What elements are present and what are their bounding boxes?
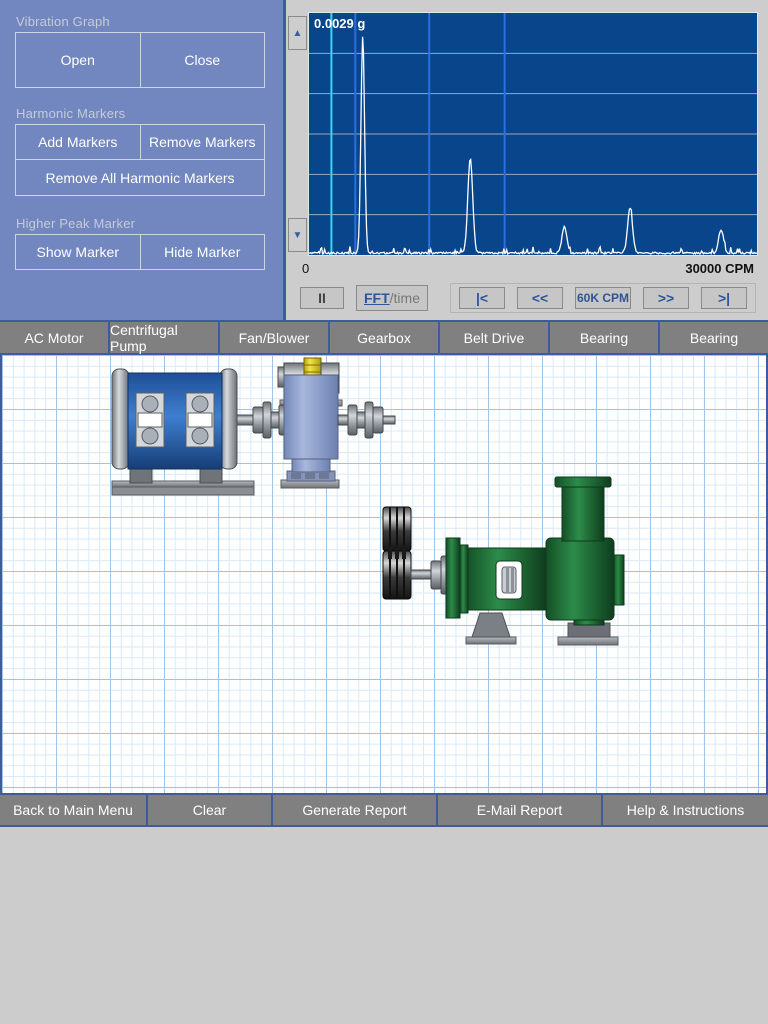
ac-motor-unit [111,368,255,496]
clear-button[interactable]: Clear [148,795,273,825]
amplitude-readout: 0.0029 g [314,16,366,31]
vibration-analysis-app: Vibration Graph Open Close Harmonic Mark… [0,0,768,1024]
belt-drive-unit [382,506,438,600]
pause-button[interactable]: II [300,287,344,309]
tab-ac-motor[interactable]: AC Motor [0,322,110,353]
scroll-down-icon[interactable]: ▼ [288,218,307,252]
tab-gearbox[interactable]: Gearbox [330,322,440,353]
motor-bearing-left [135,392,165,448]
group-label-vibration-graph: Vibration Graph [16,14,110,29]
fft-time-toggle[interactable]: FFT/time [356,285,428,311]
axis-max-label: 30000 CPM [685,261,754,276]
machine-train-diagram [111,357,625,646]
graph-inner: ▲ ▼ 0.0029 g [288,12,758,258]
fft-spectrum-plot[interactable]: 0.0029 g [308,12,758,256]
control-panel: Vibration Graph Open Close Harmonic Mark… [0,0,286,320]
show-marker-button[interactable]: Show Marker [15,234,141,270]
scroll-up-icon[interactable]: ▲ [288,16,307,50]
tab-centrifugal-pump[interactable]: Centrifugal Pump [110,322,220,354]
motor-bearing-right [185,392,215,448]
add-markers-button[interactable]: Add Markers [15,124,141,160]
machine-component-tabs: AC Motor Centrifugal Pump Fan/Blower Gea… [0,320,768,355]
top-section: Vibration Graph Open Close Harmonic Mark… [0,0,768,320]
close-button[interactable]: Close [140,32,265,88]
group-higher-peak-marker: Show Marker Hide Marker [15,234,265,270]
fft-toggle-active-label: FFT [364,290,390,306]
footer-area [0,827,768,1024]
machine-train-canvas[interactable] [0,355,768,793]
remove-markers-button[interactable]: Remove Markers [140,124,265,160]
group-label-higher-peak-marker: Higher Peak Marker [16,216,136,231]
generate-report-button[interactable]: Generate Report [273,795,438,825]
remove-all-harmonic-markers-button[interactable]: Remove All Harmonic Markers [15,160,265,196]
group-vibration-graph: Open Close [15,32,265,88]
tab-belt-drive[interactable]: Belt Drive [440,322,550,353]
hide-marker-button[interactable]: Hide Marker [140,234,265,270]
graph-vertical-scroll: ▲ ▼ [288,12,307,258]
email-report-button[interactable]: E-Mail Report [438,795,603,825]
axis-min-label: 0 [302,261,310,276]
bottom-action-bar: Back to Main Menu Clear Generate Report … [0,793,768,827]
nav-first-button[interactable]: |< [459,287,505,309]
navigation-group: |< << 60K CPM >> >| [450,283,756,313]
tab-bearing-1[interactable]: Bearing [550,322,660,353]
back-to-main-menu-button[interactable]: Back to Main Menu [0,795,148,825]
nav-next-button[interactable]: >> [643,287,689,309]
gearbox-unit [280,374,340,489]
nav-previous-button[interactable]: << [517,287,563,309]
open-button[interactable]: Open [15,32,141,88]
nav-last-button[interactable]: >| [701,287,747,309]
group-label-harmonic-markers: Harmonic Markers [16,106,126,121]
tab-bearing-2[interactable]: Bearing [660,322,768,353]
help-instructions-button[interactable]: Help & Instructions [603,795,768,825]
group-harmonic-markers: Add Markers Remove Markers Remove All Ha… [15,124,265,196]
transport-controls: II FFT/time |< << 60K CPM >> >| [300,283,756,313]
graph-region: ▲ ▼ 0.0029 g 0 30000 CPM II FFT/time |< … [286,0,768,320]
coupling-gearbox-belt [337,401,396,439]
span-cpm-button[interactable]: 60K CPM [575,287,631,309]
centrifugal-pump-unit [445,476,625,646]
tab-fan-blower[interactable]: Fan/Blower [220,322,330,353]
fft-trace [309,13,757,255]
fft-toggle-inactive-label: /time [389,290,420,306]
